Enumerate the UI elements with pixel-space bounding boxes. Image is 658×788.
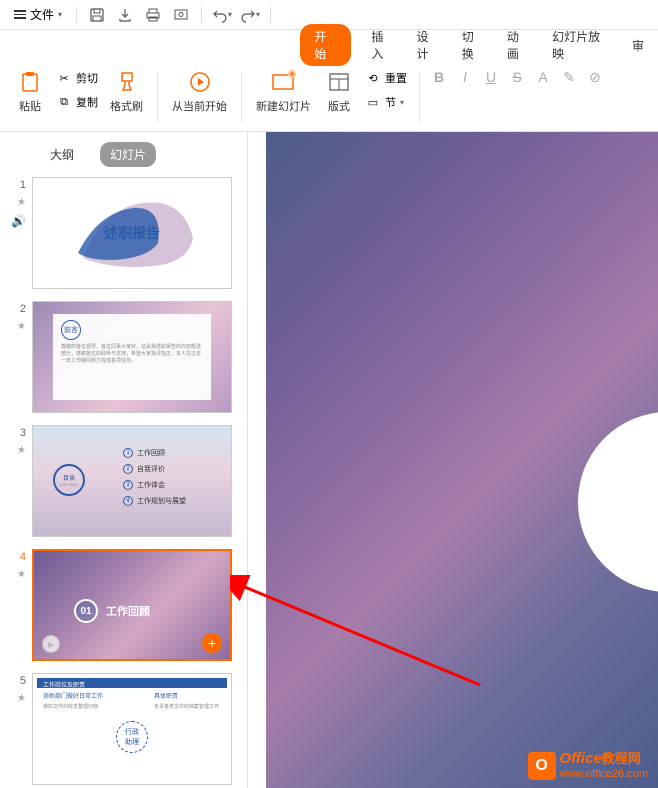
strike-button[interactable]: S: [506, 66, 528, 88]
slide-row-4: 4 ★ 01 工作回顾 ▶ +: [8, 549, 243, 661]
slide-thumb-5[interactable]: 工作岗位及职责 协助部门做好日常工作 做好文件的收发整理归档 行政 助理 具体职…: [32, 673, 232, 785]
italic-button[interactable]: I: [454, 66, 476, 88]
slide-number: 5: [20, 675, 26, 687]
slide-row-2: 2 ★ 前言 尊敬的各位领导、各位同事大家好，这是我述职报告的内容概述部分，感谢…: [8, 301, 243, 413]
tab-design[interactable]: 设计: [415, 24, 442, 66]
paste-button[interactable]: 粘贴: [10, 66, 50, 116]
slide-row-5: 5 ★ 工作岗位及职责 协助部门做好日常工作 做好文件的收发整理归档 行政 助理: [8, 673, 243, 785]
bold-button[interactable]: B: [428, 66, 450, 88]
slide4-title: 工作回顾: [106, 603, 150, 619]
watermark-logo: O: [528, 752, 556, 780]
copy-button[interactable]: ⧉复制: [52, 92, 102, 112]
underline-button[interactable]: U: [480, 66, 502, 88]
watermark: O Office教程网 www.office26.com: [528, 751, 648, 780]
new-slide-icon: [270, 68, 298, 96]
file-label: 文件: [30, 6, 54, 23]
outline-tab[interactable]: 大纲: [40, 142, 84, 167]
slide-thumb-3[interactable]: 目录 CONTENT 1工作回顾 2自我评价 3工作体会 4工作规划与展望: [32, 425, 232, 537]
slide-row-3: 3 ★ 目录 CONTENT 1工作回顾 2自我评价 3工作体会: [8, 425, 243, 537]
separator: [270, 7, 271, 23]
slide-row-1: 1 ★ 🔊 述职报告: [8, 177, 243, 289]
font-color-button[interactable]: A: [532, 66, 554, 88]
file-menu[interactable]: 文件 ▾: [8, 4, 68, 25]
from-beginning-button[interactable]: 从当前开始: [166, 66, 233, 116]
current-slide[interactable]: [266, 132, 658, 788]
brush-icon: [113, 68, 141, 96]
add-slide-button[interactable]: +: [202, 633, 222, 653]
separator: [76, 7, 77, 23]
redo-button[interactable]: ▾: [238, 3, 262, 27]
hamburger-icon: [14, 10, 26, 19]
copy-icon: ⧉: [56, 94, 72, 110]
paste-icon: [16, 68, 44, 96]
new-slide-button[interactable]: 新建幻灯片: [250, 66, 317, 116]
slides-tab[interactable]: 幻灯片: [100, 142, 156, 167]
panel-nav: 大纲 幻灯片: [0, 132, 247, 177]
section-icon: ▭: [365, 94, 381, 110]
separator: [201, 7, 202, 23]
slide5-center: 行政 助理: [116, 721, 148, 753]
section-button[interactable]: ▭节▾: [361, 92, 411, 112]
slide2-text: 尊敬的各位领导、各位同事大家好，这是我述职报告的内容概述部分，感谢各位的聆听与支…: [61, 344, 203, 365]
play-slide-button[interactable]: ▶: [42, 635, 60, 653]
format-painter-button[interactable]: 格式刷: [104, 66, 149, 116]
export-button[interactable]: [113, 3, 137, 27]
star-icon[interactable]: ★: [17, 445, 26, 456]
tab-slideshow[interactable]: 幻灯片放映: [550, 24, 612, 66]
tab-review[interactable]: 审: [630, 33, 646, 58]
slide-thumb-4[interactable]: 01 工作回顾 ▶ +: [32, 549, 232, 661]
chevron-down-icon: ▾: [58, 10, 62, 19]
print-button[interactable]: [141, 3, 165, 27]
save-button[interactable]: [85, 3, 109, 27]
tab-transition[interactable]: 切换: [460, 24, 487, 66]
font-group: B I U S A ✎ ⊘: [428, 66, 606, 88]
highlight-button[interactable]: ✎: [558, 66, 580, 88]
slide4-num: 01: [74, 599, 98, 623]
reset-icon: ⟲: [365, 70, 381, 86]
star-icon[interactable]: ★: [17, 693, 26, 704]
slide2-badge: 前言: [61, 320, 81, 340]
star-icon[interactable]: ★: [17, 569, 26, 580]
slide3-circle: 目录 CONTENT: [53, 464, 85, 496]
slide-number: 1: [20, 179, 26, 191]
star-icon[interactable]: ★: [17, 321, 26, 332]
sound-icon[interactable]: 🔊: [11, 214, 26, 228]
slide-thumb-2[interactable]: 前言 尊敬的各位领导、各位同事大家好，这是我述职报告的内容概述部分，感谢各位的聆…: [32, 301, 232, 413]
cut-button[interactable]: ✂剪切: [52, 68, 102, 88]
slide-thumb-1[interactable]: 述职报告: [32, 177, 232, 289]
tab-start[interactable]: 开始: [300, 24, 351, 66]
ribbon: 粘贴 ✂剪切 ⧉复制 格式刷 从当前开始 新建幻灯片 版式 ⟲重置 ▭节▾ B …: [0, 60, 658, 132]
separator: [241, 72, 242, 122]
slide-canvas-area[interactable]: [248, 132, 658, 788]
slide3-items: 1工作回顾 2自我评价 3工作体会 4工作规划与展望: [123, 448, 186, 506]
tab-animation[interactable]: 动画: [505, 24, 532, 66]
scissors-icon: ✂: [56, 70, 72, 86]
ribbon-tabs: 开始 插入 设计 切换 动画 幻灯片放映 审: [0, 30, 658, 60]
slide-number: 3: [20, 427, 26, 439]
play-icon: [186, 68, 214, 96]
clear-format-button[interactable]: ⊘: [584, 66, 606, 88]
thumbnails[interactable]: 1 ★ 🔊 述职报告 2 ★: [0, 177, 247, 788]
star-icon[interactable]: ★: [17, 197, 26, 208]
separator: [157, 72, 158, 122]
tab-insert[interactable]: 插入: [369, 24, 396, 66]
slide1-title: 述职报告: [104, 223, 160, 243]
slide-number: 4: [20, 551, 26, 563]
slide5-bar-title: 工作岗位及职责: [43, 680, 85, 689]
layout-button[interactable]: 版式: [319, 66, 359, 116]
undo-button[interactable]: ▾: [210, 3, 234, 27]
slide-number: 2: [20, 303, 26, 315]
reset-button[interactable]: ⟲重置: [361, 68, 411, 88]
separator: [419, 72, 420, 122]
layout-icon: [325, 68, 353, 96]
preview-button[interactable]: [169, 3, 193, 27]
slide-panel: 大纲 幻灯片 1 ★ 🔊 述职报告: [0, 132, 248, 788]
